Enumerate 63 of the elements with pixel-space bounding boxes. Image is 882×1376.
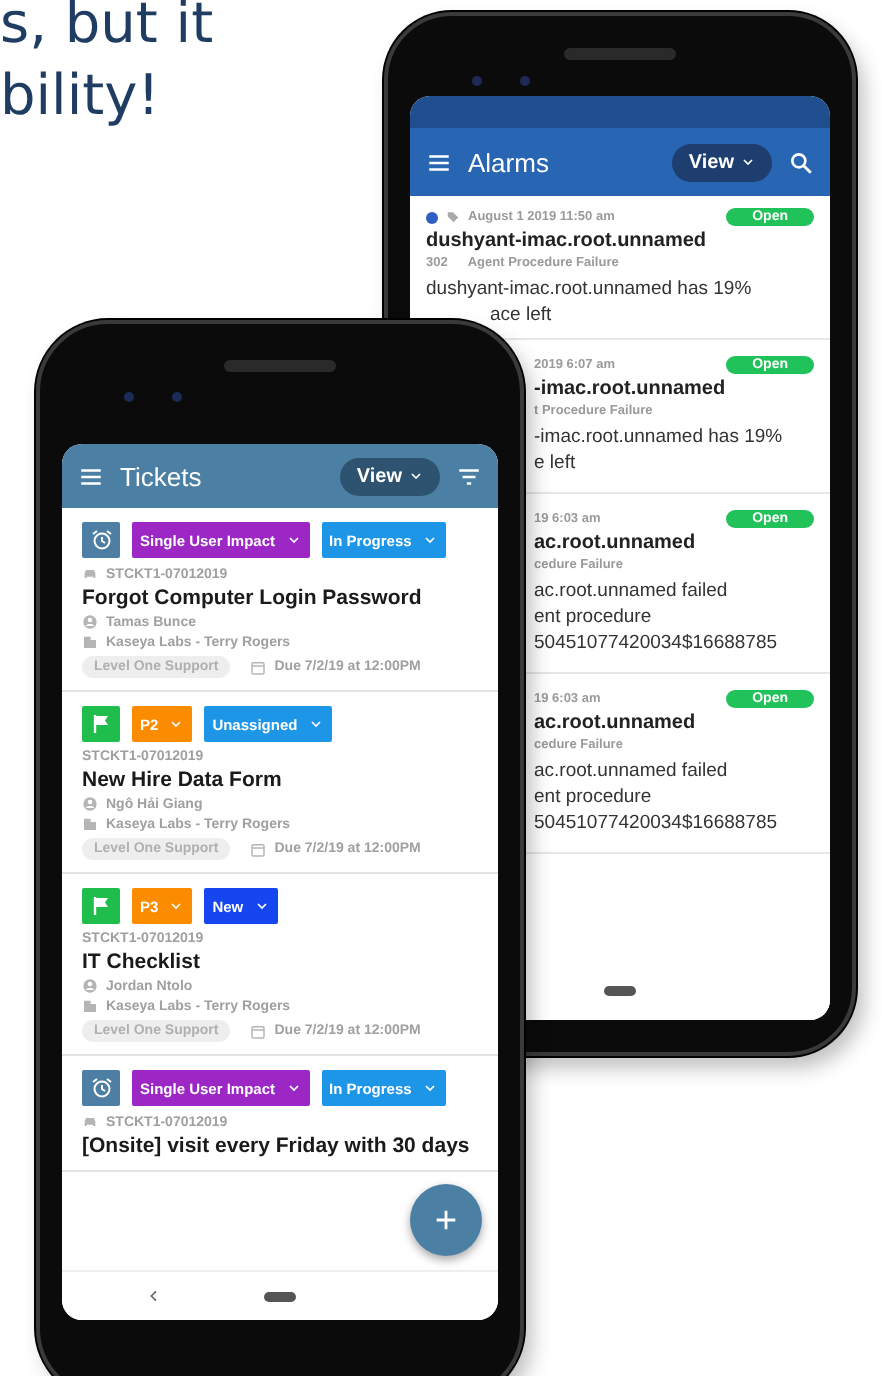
caret-icon [307, 716, 324, 732]
alarm-description: ac.root.unnamed failed [534, 578, 730, 604]
camera-lens [172, 392, 182, 402]
calendar-icon [250, 1023, 267, 1039]
caret-icon [253, 898, 270, 914]
menu-icon[interactable] [426, 149, 452, 175]
ticket-title: New Hire Data Form [82, 768, 284, 792]
alarm-description: ent procedure [534, 604, 654, 630]
calendar-icon [250, 841, 267, 857]
tag-icon [446, 210, 460, 224]
search-icon[interactable] [788, 149, 814, 175]
back-icon[interactable] [146, 1288, 162, 1304]
alarm-description: e left [534, 450, 578, 476]
calendar-icon [250, 659, 267, 675]
alarm-description: 50451077420034$16688785 [534, 810, 780, 836]
headline-text: s, but it [0, 0, 214, 60]
speaker-slot [224, 360, 336, 372]
alarm-description: ac.root.unnamed failed [534, 758, 730, 784]
alarm-description: 50451077420034$16688785 [534, 630, 780, 656]
caret-icon [408, 468, 424, 484]
camera-lens [124, 392, 134, 402]
menu-icon[interactable] [78, 463, 104, 489]
screen-title: Tickets [120, 461, 204, 491]
person-icon [82, 978, 98, 994]
ticket-title: [Onsite] visit every Friday with 30 days [82, 1134, 472, 1158]
home-button[interactable] [264, 1291, 296, 1301]
alarm-title: dushyant-imac.root.unnamed [426, 230, 709, 252]
ticket-title: IT Checklist [82, 950, 202, 974]
camera-lens [472, 76, 482, 86]
person-icon [82, 796, 98, 812]
caret-icon [168, 898, 185, 914]
view-dropdown[interactable]: View [340, 457, 440, 495]
alarm-description: ent procedure [534, 784, 654, 810]
alarm-title: ac.root.unnamed [534, 532, 698, 554]
alarm-description: ace left [488, 302, 554, 328]
alarm-clock-icon [89, 1076, 113, 1100]
headline-text: bility! [0, 60, 160, 132]
screen-title: Alarms [468, 147, 551, 177]
caret-icon [421, 1080, 438, 1096]
alarm-title: ac.root.unnamed [534, 712, 698, 734]
camera-lens [520, 76, 530, 86]
building-icon [82, 816, 98, 832]
building-icon [82, 998, 98, 1014]
alarm-title: -imac.root.unnamed [534, 378, 728, 400]
alarm-description: dushyant-imac.root.unnamed has 19% [426, 276, 754, 302]
caret-icon [740, 154, 756, 170]
caret-icon [285, 1080, 302, 1096]
person-icon [82, 614, 98, 630]
view-dropdown[interactable]: View [672, 143, 772, 181]
caret-icon [168, 716, 185, 732]
alarm-clock-icon [89, 528, 113, 552]
building-icon [82, 634, 98, 650]
filter-icon[interactable] [456, 463, 482, 489]
flag-icon [89, 894, 113, 918]
alarm-description: -imac.root.unnamed has 19% [534, 424, 785, 450]
add-button[interactable] [410, 1184, 482, 1256]
plus-icon [432, 1206, 460, 1234]
caret-icon [421, 532, 438, 548]
home-button[interactable] [604, 985, 636, 995]
flag-icon [89, 712, 113, 736]
ticket-title: Forgot Computer Login Password [82, 586, 424, 610]
caret-icon [285, 532, 302, 548]
speaker-slot [564, 48, 676, 60]
